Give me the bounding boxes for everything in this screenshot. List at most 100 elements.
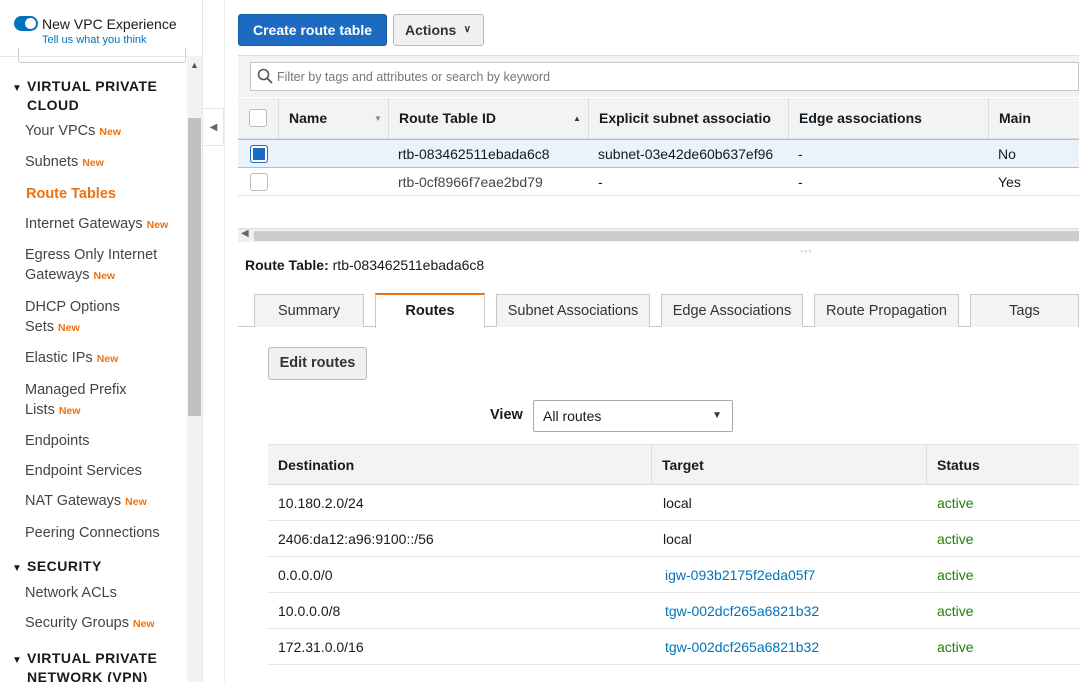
route-target-link[interactable]: tgw-002dcf265a6821b32 bbox=[665, 593, 819, 629]
vpc-console: New VPC Experience Tell us what you thin… bbox=[0, 0, 1079, 682]
sidebar-item-subnets[interactable]: Subnets New bbox=[25, 152, 185, 173]
new-badge: New bbox=[146, 219, 169, 231]
new-badge: New bbox=[132, 618, 155, 630]
panel-divider bbox=[224, 0, 225, 682]
route-status: active bbox=[937, 603, 974, 619]
collapse-sidebar-button[interactable]: ◀ bbox=[204, 108, 224, 146]
tab-edge-associations[interactable]: Edge Associations bbox=[661, 294, 803, 327]
caret-down-icon: ▼ bbox=[12, 655, 23, 666]
sidebar-item-endpoint-services[interactable]: Endpoint Services bbox=[25, 461, 185, 481]
column-header-edge-associations[interactable]: Edge associations bbox=[788, 98, 988, 139]
tab-subnet-associations[interactable]: Subnet Associations bbox=[496, 294, 650, 327]
column-header-label: Explicit subnet associatio bbox=[599, 110, 771, 126]
row-checkbox[interactable] bbox=[250, 145, 268, 163]
sidebar-scrollbar[interactable]: ▲ bbox=[187, 56, 202, 682]
sidebar-item-label: Egress Only Internet Gateways bbox=[25, 247, 158, 283]
view-select[interactable]: All routes ▼ bbox=[533, 400, 733, 432]
table-row: 10.180.2.0/24 local active bbox=[268, 485, 1079, 521]
route-target-link[interactable]: igw-093b2175f2eda05f7 bbox=[665, 557, 815, 593]
table-horizontal-scrollbar[interactable]: ◀ bbox=[238, 228, 1079, 242]
scroll-left-icon[interactable]: ◀ bbox=[241, 228, 249, 239]
new-vpc-experience-toggle[interactable] bbox=[14, 16, 38, 31]
route-target-link[interactable]: tgw-002dcf265a6821b32 bbox=[665, 629, 819, 665]
detail-route-table-id: rtb-083462511ebada6c8 bbox=[332, 257, 485, 273]
sidebar-item-security-groups[interactable]: Security Groups New bbox=[25, 613, 185, 634]
filter-bar bbox=[238, 55, 1079, 97]
sidebar-item-route-tables[interactable]: Route Tables bbox=[26, 184, 186, 204]
search-icon bbox=[257, 68, 273, 84]
row-edge: - bbox=[798, 146, 803, 162]
column-header-route-table-id[interactable]: Route Table ID ▲ bbox=[388, 98, 588, 139]
tab-route-propagation[interactable]: Route Propagation bbox=[814, 294, 959, 327]
sidebar-item-managed-prefix-lists[interactable]: Managed Prefix Lists New bbox=[25, 380, 150, 421]
column-header-destination[interactable]: Destination bbox=[268, 445, 651, 485]
caret-down-icon: ▼ bbox=[12, 83, 23, 94]
table-row: 0.0.0.0/0 igw-093b2175f2eda05f7 active bbox=[268, 557, 1079, 593]
actions-button[interactable]: Actions ∨ bbox=[393, 14, 484, 46]
feedback-link[interactable]: Tell us what you think bbox=[42, 34, 147, 46]
column-header-name[interactable]: Name ▼ bbox=[278, 98, 388, 139]
row-checkbox[interactable] bbox=[250, 173, 268, 191]
sidebar-item-dhcp-options-sets[interactable]: DHCP Options Sets New bbox=[25, 297, 145, 338]
create-route-table-button[interactable]: Create route table bbox=[238, 14, 387, 46]
table-row: 172.31.0.0/16 tgw-002dcf265a6821b32 acti… bbox=[268, 629, 1079, 665]
table-row[interactable]: rtb-083462511ebada6c8 subnet-03e42de60b6… bbox=[238, 139, 1079, 168]
route-destination: 172.31.0.0/16 bbox=[278, 639, 364, 655]
sidebar: New VPC Experience Tell us what you thin… bbox=[0, 0, 203, 682]
new-badge: New bbox=[99, 126, 121, 138]
tab-tags[interactable]: Tags bbox=[970, 294, 1079, 327]
sidebar-section-label: VIRTUAL PRIVATE NETWORK (VPN) bbox=[27, 650, 158, 682]
routes-table-header: Destination Target Status bbox=[268, 444, 1079, 485]
sidebar-item-your-vpcs[interactable]: Your VPCs New bbox=[25, 121, 185, 142]
row-subnet: - bbox=[598, 174, 603, 190]
sidebar-item-label: Network ACLs bbox=[25, 585, 117, 601]
table-row: 10.0.0.0/8 tgw-002dcf265a6821b32 active bbox=[268, 593, 1079, 629]
column-header-explicit-subnet[interactable]: Explicit subnet associatio bbox=[588, 98, 788, 139]
select-all-checkbox[interactable] bbox=[249, 109, 267, 127]
table-row[interactable]: rtb-0cf8966f7eae2bd79 - - Yes bbox=[238, 168, 1079, 196]
new-badge: New bbox=[93, 270, 116, 282]
edit-routes-button[interactable]: Edit routes bbox=[268, 347, 367, 380]
column-header-status[interactable]: Status bbox=[926, 445, 1079, 485]
route-destination: 10.0.0.0/8 bbox=[278, 603, 341, 619]
caret-down-icon: ▼ bbox=[12, 563, 23, 574]
column-header-label: Route Table ID bbox=[399, 110, 496, 126]
route-target: local bbox=[663, 495, 692, 511]
sidebar-item-endpoints[interactable]: Endpoints bbox=[25, 431, 185, 451]
new-badge: New bbox=[96, 353, 119, 365]
sidebar-item-internet-gateways[interactable]: Internet Gateways New bbox=[25, 214, 185, 235]
route-destination: 10.180.2.0/24 bbox=[278, 495, 364, 511]
filter-input[interactable] bbox=[277, 63, 1067, 90]
sidebar-item-nat-gateways[interactable]: NAT Gateways New bbox=[25, 491, 185, 512]
sidebar-item-label: Subnets bbox=[25, 154, 79, 170]
sidebar-item-label: Peering Connections bbox=[25, 525, 160, 541]
scroll-up-icon[interactable]: ▲ bbox=[190, 60, 199, 70]
new-vpc-experience-label: New VPC Experience bbox=[42, 16, 177, 32]
sidebar-scroll-thumb[interactable] bbox=[188, 118, 201, 416]
sidebar-item-network-acls[interactable]: Network ACLs bbox=[25, 583, 185, 603]
resize-grip-icon[interactable]: ◦◦◦ bbox=[800, 246, 813, 256]
sidebar-divider bbox=[0, 56, 202, 57]
sort-up-icon: ▲ bbox=[573, 114, 581, 123]
table-row: 2406:da12:a96:9100::/56 local active bbox=[268, 521, 1079, 557]
row-route-table-id: rtb-0cf8966f7eae2bd79 bbox=[398, 174, 543, 190]
route-destination: 0.0.0.0/0 bbox=[278, 567, 333, 583]
column-header-main[interactable]: Main bbox=[988, 98, 1079, 139]
sidebar-item-egress-only-internet-gateways[interactable]: Egress Only Internet Gateways New bbox=[25, 245, 185, 286]
sidebar-section-label: VIRTUAL PRIVATE CLOUD bbox=[27, 78, 158, 113]
tab-summary[interactable]: Summary bbox=[254, 294, 364, 327]
sort-down-icon: ▼ bbox=[374, 114, 382, 123]
sidebar-item-label: NAT Gateways bbox=[25, 493, 122, 509]
view-select-value: All routes bbox=[543, 408, 602, 424]
route-status: active bbox=[937, 495, 974, 511]
column-header-target[interactable]: Target bbox=[651, 445, 926, 485]
sidebar-item-peering-connections[interactable]: Peering Connections bbox=[25, 523, 185, 543]
sidebar-item-label: Security Groups bbox=[25, 615, 129, 631]
horizontal-scroll-thumb[interactable] bbox=[254, 231, 1079, 241]
tab-routes[interactable]: Routes bbox=[375, 293, 485, 328]
dropdown-arrow-icon: ▼ bbox=[712, 410, 722, 421]
sidebar-item-elastic-ips[interactable]: Elastic IPs New bbox=[25, 348, 185, 369]
filter-box bbox=[250, 62, 1079, 91]
new-badge: New bbox=[58, 322, 80, 334]
detail-title: Route Table: rtb-083462511ebada6c8 bbox=[245, 257, 484, 273]
